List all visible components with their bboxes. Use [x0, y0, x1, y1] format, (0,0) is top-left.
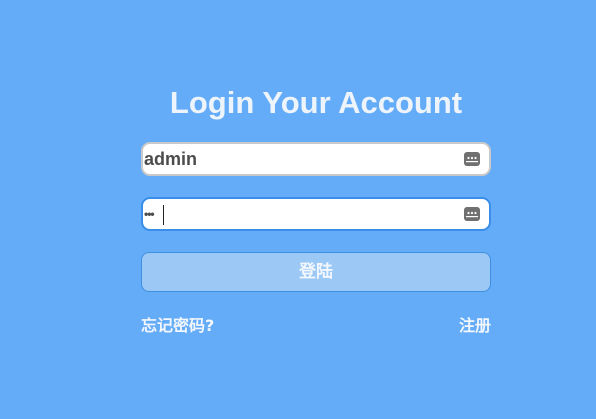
forgot-password-link[interactable]: 忘记密码? — [141, 316, 214, 336]
password-field-container[interactable] — [141, 197, 491, 231]
login-button[interactable]: 登陆 — [141, 252, 491, 292]
password-manager-icon[interactable] — [464, 207, 480, 221]
register-link[interactable]: 注册 — [459, 316, 491, 336]
username-field-container[interactable] — [141, 142, 491, 176]
password-manager-icon-glyph — [466, 156, 478, 163]
password-input[interactable] — [143, 199, 462, 229]
text-caret — [163, 205, 164, 225]
password-manager-icon[interactable] — [464, 152, 480, 166]
username-input[interactable] — [143, 144, 462, 174]
page-title: Login Your Account — [169, 85, 463, 120]
password-manager-icon-glyph — [466, 211, 478, 218]
